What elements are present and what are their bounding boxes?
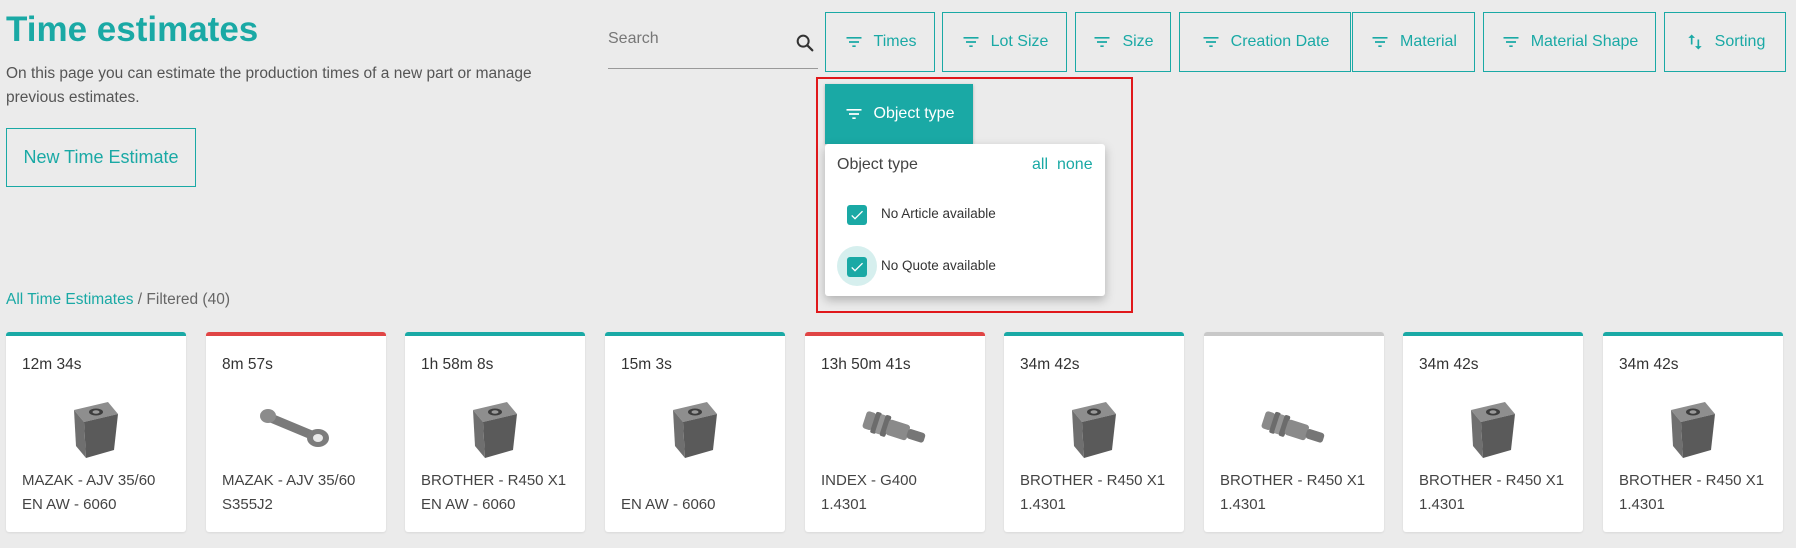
dropdown-heading: Object type: [837, 156, 918, 173]
option-label: No Article available: [881, 206, 996, 221]
breadcrumb: All Time Estimates / Filtered (40): [6, 291, 230, 309]
sort-icon: [1685, 32, 1705, 52]
option-no-article[interactable]: No Article available: [825, 200, 1105, 230]
filter-icon: [1092, 32, 1112, 52]
part-thumbnail: [855, 394, 935, 464]
filter-lot-size-button[interactable]: Lot Size: [942, 12, 1067, 72]
card-machine: BROTHER - R450 X1: [1619, 472, 1765, 489]
part-thumbnail: [655, 394, 735, 464]
status-bar: [6, 332, 186, 336]
filter-label: Material: [1400, 33, 1457, 50]
card-time: 13h 50m 41s: [821, 356, 911, 373]
status-bar: [405, 332, 585, 336]
card-time: 8m 57s: [222, 356, 273, 373]
select-all-link[interactable]: all: [1032, 156, 1048, 174]
filter-icon: [1370, 32, 1390, 52]
status-bar: [1603, 332, 1783, 336]
card-material: 1.4301: [1020, 496, 1066, 513]
card-machine: BROTHER - R450 X1: [1020, 472, 1166, 489]
option-no-quote[interactable]: No Quote available: [825, 246, 1105, 286]
estimate-card[interactable]: 34m 42s BROTHER - R450 X1 1.4301: [1603, 332, 1783, 532]
card-material: EN AW - 6060: [421, 496, 516, 513]
estimate-card[interactable]: 1h 58m 8s BROTHER - R450 X1 EN AW - 6060: [405, 332, 585, 532]
search-input[interactable]: [608, 30, 783, 48]
filter-icon: [1201, 32, 1221, 52]
search-icon[interactable]: [794, 32, 816, 54]
object-type-dropdown: Object type all none No Article availabl…: [825, 144, 1105, 296]
filter-label: Times: [873, 33, 917, 50]
part-thumbnail: [56, 394, 136, 464]
filter-icon: [1501, 32, 1521, 52]
part-thumbnail: [1054, 394, 1134, 464]
card-time: 34m 42s: [1419, 356, 1479, 373]
checkmark-icon: [849, 259, 865, 275]
filter-size-button[interactable]: Size: [1075, 12, 1171, 72]
breadcrumb-link-all[interactable]: All Time Estimates: [6, 291, 133, 308]
filter-times-button[interactable]: Times: [825, 12, 935, 72]
filter-label: Size: [1122, 33, 1154, 50]
filter-creation-date-button[interactable]: Creation Date: [1179, 12, 1351, 72]
card-material: S355J2: [222, 496, 273, 513]
estimate-card[interactable]: 15m 3s EN AW - 6060: [605, 332, 785, 532]
estimate-card[interactable]: 8m 57s MAZAK - AJV 35/60 S355J2: [206, 332, 386, 532]
page-title: Time estimates: [6, 10, 259, 49]
card-material: 1.4301: [821, 496, 867, 513]
part-thumbnail: [1254, 394, 1334, 464]
status-bar: [805, 332, 985, 336]
status-bar: [1204, 332, 1384, 336]
part-thumbnail: [256, 394, 336, 464]
filter-label: Creation Date: [1230, 33, 1330, 50]
card-material: 1.4301: [1419, 496, 1465, 513]
breadcrumb-current: Filtered (40): [146, 291, 230, 308]
breadcrumb-separator: /: [137, 291, 143, 308]
card-time: 34m 42s: [1619, 356, 1679, 373]
filter-object-type-button[interactable]: Object type: [825, 84, 973, 144]
card-machine: INDEX - G400: [821, 472, 917, 489]
card-material: 1.4301: [1619, 496, 1665, 513]
card-machine: BROTHER - R450 X1: [421, 472, 567, 489]
card-time: 15m 3s: [621, 356, 672, 373]
card-machine: BROTHER - R450 X1: [1220, 472, 1366, 489]
part-thumbnail: [1453, 394, 1533, 464]
estimate-card[interactable]: 34m 42s BROTHER - R450 X1 1.4301: [1403, 332, 1583, 532]
filter-material-button[interactable]: Material: [1352, 12, 1475, 72]
page-description: On this page you can estimate the produc…: [6, 65, 532, 106]
card-material: 1.4301: [1220, 496, 1266, 513]
filter-icon: [844, 32, 864, 52]
checkbox[interactable]: [847, 257, 867, 277]
card-time: 34m 42s: [1020, 356, 1080, 373]
sorting-label: Sorting: [1714, 33, 1766, 50]
sorting-button[interactable]: Sorting: [1664, 12, 1786, 72]
status-bar: [605, 332, 785, 336]
card-time: 12m 34s: [22, 356, 82, 373]
estimate-card[interactable]: 13h 50m 41s INDEX - G400 1.4301: [805, 332, 985, 532]
checkmark-icon: [849, 207, 865, 223]
filter-icon: [961, 32, 981, 52]
new-time-estimate-button[interactable]: New Time Estimate: [6, 128, 196, 187]
card-material: EN AW - 6060: [22, 496, 117, 513]
status-bar: [1403, 332, 1583, 336]
part-thumbnail: [455, 394, 535, 464]
filter-material-shape-button[interactable]: Material Shape: [1483, 12, 1656, 72]
estimate-card[interactable]: 12m 34s MAZAK - AJV 35/60 EN AW - 6060: [6, 332, 186, 532]
card-machine: BROTHER - R450 X1: [1419, 472, 1565, 489]
filter-icon: [844, 104, 864, 124]
checkbox[interactable]: [847, 205, 867, 225]
estimate-card[interactable]: 34m 42s BROTHER - R450 X1 1.4301: [1004, 332, 1184, 532]
search-box: [608, 26, 818, 69]
part-thumbnail: [1653, 394, 1733, 464]
option-label: No Quote available: [881, 258, 996, 273]
card-material: EN AW - 6060: [621, 496, 716, 513]
card-time: 1h 58m 8s: [421, 356, 494, 373]
card-machine: MAZAK - AJV 35/60: [22, 472, 156, 489]
card-machine: MAZAK - AJV 35/60: [222, 472, 356, 489]
filter-label: Material Shape: [1530, 33, 1639, 50]
select-none-link[interactable]: none: [1057, 156, 1093, 174]
status-bar: [1004, 332, 1184, 336]
filter-label: Object type: [873, 105, 955, 122]
filter-label: Lot Size: [990, 33, 1049, 50]
estimate-card[interactable]: BROTHER - R450 X1 1.4301: [1204, 332, 1384, 532]
status-bar: [206, 332, 386, 336]
